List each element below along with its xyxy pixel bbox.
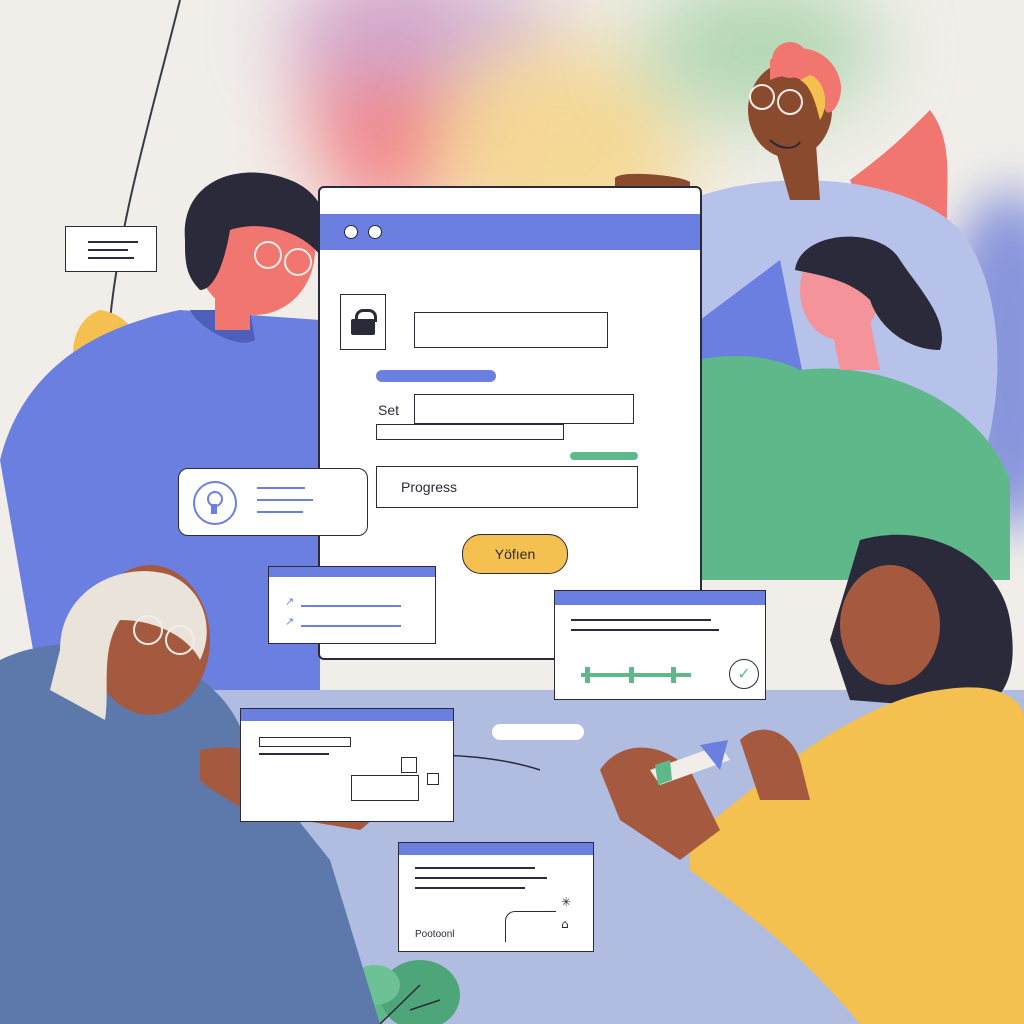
green-progress-bar bbox=[570, 452, 638, 460]
held-card[interactable] bbox=[240, 708, 454, 822]
lock-icon bbox=[340, 294, 386, 350]
window-titlebar bbox=[320, 214, 700, 250]
keyhole-icon bbox=[193, 481, 237, 525]
lock-card[interactable] bbox=[178, 468, 368, 536]
blue-progress-bar bbox=[376, 370, 496, 382]
primary-button[interactable]: Yöfıen bbox=[462, 534, 568, 574]
progress-field[interactable]: Progress bbox=[376, 466, 638, 508]
list-card[interactable]: ↗ ↗ bbox=[268, 566, 436, 644]
bottom-card-caption: Pootoonl bbox=[415, 929, 455, 940]
set-label: Set bbox=[378, 402, 400, 418]
illustration-scene: Set Progress Yöfıen ↗ ↗ ✓ ✳ ⌂ Pootoonl bbox=[0, 0, 1024, 1024]
check-icon[interactable]: ✓ bbox=[729, 659, 759, 689]
basket-icon: ⌂ bbox=[561, 917, 569, 931]
window-dot-icon[interactable] bbox=[344, 225, 358, 239]
secondary-input[interactable] bbox=[376, 424, 564, 440]
slider-card[interactable]: ✓ bbox=[554, 590, 766, 700]
note-card bbox=[65, 226, 157, 272]
bottom-card[interactable]: ✳ ⌂ Pootoonl bbox=[398, 842, 594, 952]
window-dot-icon[interactable] bbox=[368, 225, 382, 239]
sparkle-icon: ✳ bbox=[561, 895, 572, 909]
top-input[interactable] bbox=[414, 312, 608, 348]
pill-placeholder bbox=[492, 724, 584, 740]
set-input[interactable] bbox=[414, 394, 634, 424]
progress-label: Progress bbox=[401, 479, 458, 495]
